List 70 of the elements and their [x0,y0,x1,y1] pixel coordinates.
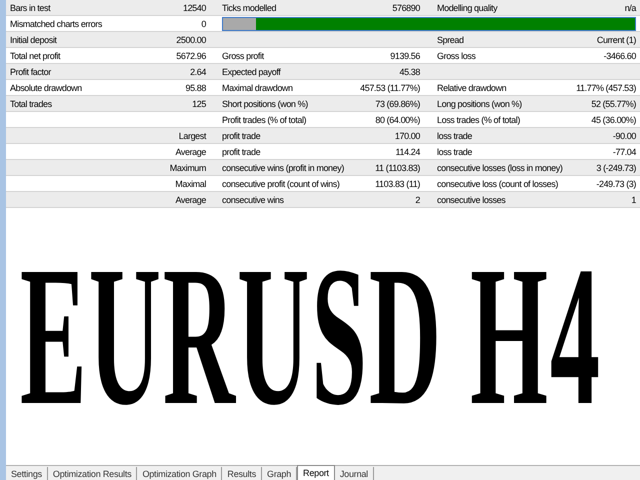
row-label: Spread [437,34,464,44]
row-label: consecutive loss (count of losses) [437,178,558,188]
row-value: 114.24 [396,146,420,156]
row-label: Short positions (won %) [222,98,308,108]
row-value: 52 (55.77%) [591,98,636,108]
row-label: Maximal drawdown [222,82,293,92]
row-value: 5672.96 [176,50,206,60]
row-value: 9139.56 [390,50,420,60]
row-value: 3 (-249.73) [596,162,636,172]
row-value: 576890 [392,2,420,12]
row-value: 0 [201,18,206,28]
row-value: 170.00 [394,130,420,140]
row-label: Modelling quality [437,2,498,12]
row-label: Total trades [10,98,52,108]
row-value: 2500.00 [176,34,206,44]
row-label: consecutive wins (profit in money) [222,162,344,172]
row-value: 1 [631,194,636,204]
row-label: Relative drawdown [437,82,506,92]
row-label: consecutive losses (loss in money) [437,162,562,172]
tab[interactable]: Report [297,465,335,480]
tab[interactable]: Journal [334,467,374,480]
row-label: consecutive profit (count of wins) [222,178,340,188]
row-value: -90.00 [612,130,636,140]
tab[interactable]: Optimization Results [48,467,138,480]
row-value: Average [175,146,206,156]
row-value: 2.64 [190,66,206,76]
row-label: Bars in test [10,2,50,12]
row-label: consecutive wins [222,194,284,204]
row-value: Average [175,194,206,204]
row-label: loss trade [437,146,472,156]
row-label: profit trade [222,146,260,156]
row-label: Initial deposit [10,34,57,44]
tab[interactable]: Optimization Graph [137,467,222,480]
row-value: Maximal [175,178,206,188]
row-value: Current (1) [596,34,636,44]
row-label: Gross profit [222,50,264,60]
row-label: Profit trades (% of total) [222,114,306,124]
row-value: Maximum [170,162,206,172]
row-value: 457.53 (11.77%) [360,82,420,92]
row-value: 73 (69.86%) [375,98,420,108]
row-label: profit trade [222,130,260,140]
row-value: -3466.60 [604,50,636,60]
row-value: 80 (64.00%) [375,114,420,124]
tab[interactable]: Results [222,467,262,480]
row-value: 45 (36.00%) [591,114,636,124]
tab[interactable]: Settings [6,467,48,480]
row-value: 11 (1103.83) [375,162,420,172]
row-label: Loss trades (% of total) [437,114,520,124]
row-label: loss trade [437,130,472,140]
row-value: 12540 [182,2,206,12]
row-value: -249.73 (3) [596,178,636,188]
row-label: Long positions (won %) [437,98,522,108]
row-label: Absolute drawdown [10,82,82,92]
overlay-title: EURUSD H4 [20,262,602,412]
row-value: 45.38 [399,66,420,76]
row-label: Mismatched charts errors [10,18,102,28]
row-label: Profit factor [10,66,51,76]
row-value: -77.04 [612,146,636,156]
row-label: Gross loss [437,50,476,60]
row-value: 2 [415,194,420,204]
row-value: 95.88 [185,82,206,92]
row-value: n/a [624,2,636,12]
row-label: Ticks modelled [222,2,276,12]
row-value: 11.77% (457.53) [576,82,636,92]
row-value: Largest [178,130,206,140]
row-value: 125 [192,98,206,108]
row-value: 1103.83 (11) [375,178,420,188]
row-label: consecutive losses [437,194,506,204]
row-label: Expected payoff [222,66,280,76]
row-label: Total net profit [10,50,60,60]
